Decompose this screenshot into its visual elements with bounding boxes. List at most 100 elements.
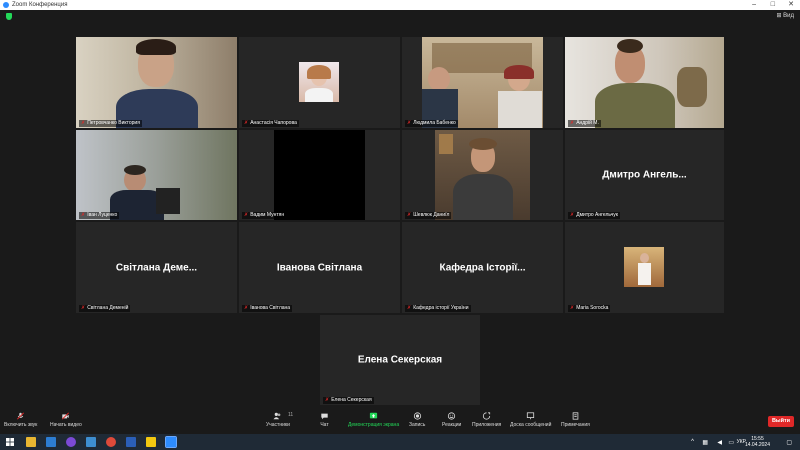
participant-tile[interactable]: ✗ Анастасія Чапорова bbox=[239, 37, 400, 128]
participant-tile[interactable]: Елена Секерская ✗ Елена Секерская bbox=[320, 315, 480, 405]
participant-display-name: Дмитро Ангель... bbox=[602, 169, 687, 181]
maximize-button[interactable]: □ bbox=[771, 0, 775, 10]
sticky-notes-icon[interactable] bbox=[146, 437, 156, 447]
participant-tile[interactable]: ✗ Людмила Бабенко bbox=[402, 37, 563, 128]
participant-name: ✗ Кафедра історії України bbox=[405, 305, 471, 312]
participant-video bbox=[76, 130, 237, 220]
chat-icon bbox=[321, 413, 328, 420]
meeting-toolbar: Включить звук Начать видео Участники 11 … bbox=[0, 408, 800, 434]
zoom-app-icon bbox=[3, 2, 9, 8]
participant-tile[interactable]: ✗ Петровчанко Виктория bbox=[76, 37, 237, 128]
profile-photo bbox=[299, 62, 339, 102]
participant-tile[interactable]: Світлана Деме... ✗ Світлана Деменій bbox=[76, 222, 237, 313]
participant-video bbox=[76, 37, 237, 128]
participants-count: 11 bbox=[288, 412, 294, 418]
participants-button[interactable]: Участники 11 bbox=[266, 412, 294, 428]
windows-taskbar: ^ ▦ ◀ ▭ УКР 15:55 14.04.2024 ▢ bbox=[0, 434, 800, 450]
calculator-icon[interactable] bbox=[86, 437, 96, 447]
apps-icon bbox=[483, 412, 491, 420]
muted-mic-icon: ✗ bbox=[570, 305, 575, 311]
app-icon[interactable] bbox=[66, 437, 76, 447]
participant-video bbox=[565, 37, 724, 128]
participant-tile[interactable]: ✗ Андрій М. bbox=[565, 37, 724, 128]
start-video-button[interactable]: Начать видео bbox=[50, 412, 82, 428]
muted-mic-icon: ✗ bbox=[81, 212, 86, 218]
participant-name: ✗ Людмила Бабенко bbox=[405, 120, 458, 127]
reaction-smiley-icon bbox=[448, 412, 456, 420]
muted-mic-icon: ✗ bbox=[244, 120, 249, 126]
battery-icon[interactable]: ▭ bbox=[728, 439, 734, 446]
participant-tile[interactable]: Дмитро Ангель... ✗ Дмитро Ангельчук bbox=[565, 130, 724, 220]
system-clock[interactable]: 15:55 14.04.2024 bbox=[745, 436, 770, 448]
zoom-taskbar-icon[interactable] bbox=[165, 436, 177, 448]
muted-mic-icon: ✗ bbox=[570, 212, 575, 218]
participant-tile[interactable]: ✗ Шевлюк Даниїл bbox=[402, 130, 563, 220]
muted-mic-icon: ✗ bbox=[407, 212, 412, 218]
tray-chevron-icon[interactable]: ^ bbox=[691, 439, 694, 445]
participant-display-name: Кафедра Історії... bbox=[439, 262, 526, 273]
participant-name: ✗ Андрій М. bbox=[568, 120, 601, 127]
chrome-icon[interactable] bbox=[106, 437, 116, 447]
participant-tile[interactable]: Іванова Світлана ✗ Іванова Світлана bbox=[239, 222, 400, 313]
video-off-icon bbox=[62, 412, 70, 420]
apps-button[interactable]: Приложения bbox=[472, 412, 501, 428]
muted-mic-icon: ✗ bbox=[407, 120, 412, 126]
participant-name: ✗ Іван Луценко bbox=[79, 212, 120, 219]
participant-name: ✗ Шевлюк Даниїл bbox=[405, 212, 452, 219]
window-titlebar: Zoom Конференция – □ ✕ bbox=[0, 0, 800, 10]
notes-button[interactable]: Примечания bbox=[561, 412, 590, 428]
whiteboard-button[interactable]: Доска сообщений bbox=[510, 412, 551, 428]
leave-meeting-button[interactable]: Выйти bbox=[768, 416, 794, 427]
reactions-button[interactable]: Реакции bbox=[442, 412, 461, 428]
share-screen-button[interactable]: Демонстрация экрана bbox=[348, 412, 399, 428]
participant-video bbox=[435, 130, 530, 220]
file-explorer-icon[interactable] bbox=[26, 437, 36, 447]
muted-mic-icon: ✗ bbox=[570, 120, 575, 126]
participant-tile[interactable]: ✗ Іван Луценко bbox=[76, 130, 237, 220]
window-title: Zoom Конференция bbox=[12, 2, 68, 8]
security-shield-icon[interactable] bbox=[6, 13, 12, 20]
word-icon[interactable] bbox=[126, 437, 136, 447]
muted-mic-icon: ✗ bbox=[325, 397, 330, 403]
participant-name: ✗ Елена Секерская bbox=[323, 397, 374, 404]
record-icon bbox=[413, 412, 421, 420]
network-icon[interactable]: ▦ bbox=[702, 439, 708, 446]
whiteboard-icon bbox=[527, 412, 535, 420]
participant-video bbox=[422, 37, 543, 128]
notes-icon bbox=[572, 412, 579, 420]
clock-date: 14.04.2024 bbox=[744, 442, 770, 448]
view-button[interactable]: ⊞ Вид bbox=[776, 12, 794, 19]
profile-photo bbox=[624, 247, 664, 287]
muted-mic-icon bbox=[17, 412, 25, 420]
volume-icon[interactable]: ◀ bbox=[717, 439, 722, 446]
muted-mic-icon: ✗ bbox=[81, 120, 86, 126]
share-screen-icon bbox=[369, 412, 378, 419]
notifications-icon[interactable]: ▢ bbox=[786, 439, 792, 446]
participant-name: ✗ Дмитро Ангельчук bbox=[568, 212, 620, 219]
muted-mic-icon: ✗ bbox=[244, 305, 249, 311]
participant-video bbox=[274, 130, 365, 220]
participant-tile[interactable]: ✗ Вадим Мунтян bbox=[239, 130, 400, 220]
muted-mic-icon: ✗ bbox=[407, 305, 412, 311]
muted-mic-icon: ✗ bbox=[81, 305, 86, 311]
participant-tile[interactable]: Кафедра Історії... ✗ Кафедра історії Укра… bbox=[402, 222, 563, 313]
participant-name: ✗ Вадим Мунтян bbox=[242, 212, 287, 219]
participant-name: ✗ Світлана Деменій bbox=[79, 305, 131, 312]
minimize-button[interactable]: – bbox=[752, 0, 756, 10]
participant-tile[interactable]: ✗ Maria Sorocka bbox=[565, 222, 724, 313]
close-button[interactable]: ✕ bbox=[788, 0, 794, 10]
chat-button[interactable]: Чат bbox=[320, 412, 329, 428]
windows-start-icon[interactable] bbox=[6, 438, 14, 446]
participant-name: ✗ Анастасія Чапорова bbox=[242, 120, 299, 127]
record-button[interactable]: Запись bbox=[409, 412, 425, 428]
participant-name: ✗ Maria Sorocka bbox=[568, 305, 611, 312]
participant-display-name: Іванова Світлана bbox=[276, 262, 363, 273]
participant-name: ✗ Іванова Світлана bbox=[242, 305, 293, 312]
participant-display-name: Світлана Деме... bbox=[115, 262, 198, 273]
unmute-button[interactable]: Включить звук bbox=[4, 412, 37, 428]
muted-mic-icon: ✗ bbox=[244, 212, 249, 218]
participant-name: ✗ Петровчанко Виктория bbox=[79, 120, 142, 127]
participant-display-name: Елена Секерская bbox=[357, 354, 443, 366]
participants-icon bbox=[273, 412, 281, 420]
mail-icon[interactable] bbox=[46, 437, 56, 447]
